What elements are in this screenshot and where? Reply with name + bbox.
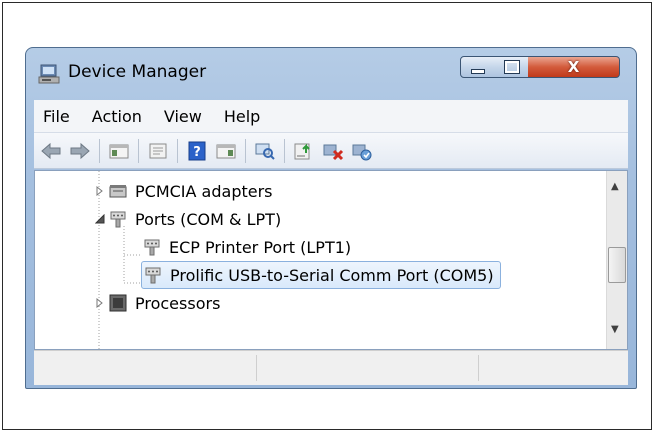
menu-view[interactable]: View [153, 107, 213, 126]
scan-hardware-icon [255, 143, 275, 160]
toolbar-separator [284, 138, 285, 163]
close-button[interactable]: X [528, 56, 620, 78]
scroll-up-arrow-icon[interactable]: ▲ [611, 181, 619, 192]
port-icon [110, 211, 126, 228]
tree-item-pcmcia-adapters[interactable]: PCMCIA adapters [107, 177, 277, 205]
properties-icon [149, 143, 167, 158]
show-hide-console-tree-button[interactable] [106, 139, 132, 163]
toolbar-separator [99, 138, 100, 163]
status-bar [34, 350, 628, 385]
scan-hardware-button[interactable] [252, 139, 278, 163]
uninstall-device-button[interactable] [320, 139, 346, 163]
help-button[interactable]: ? [184, 139, 210, 163]
update-driver-icon [294, 143, 310, 159]
device-tree[interactable]: PCMCIA adapters Ports (COM & LPT) ECP Pr… [34, 170, 628, 350]
toolbar-separator [138, 138, 139, 163]
show-hide-console-tree-icon [109, 144, 129, 158]
enable-device-icon [352, 144, 372, 160]
tree-item-label: Prolific USB-to-Serial Comm Port (COM5) [170, 265, 494, 285]
expand-arrow-icon[interactable] [95, 186, 105, 196]
svg-text:?: ? [193, 145, 201, 160]
toolbar-separator [245, 138, 246, 163]
device-manager-window: Device Manager X File Action View Help ?… [25, 47, 637, 389]
minimize-icon [471, 68, 485, 74]
tree-item-label: Processors [135, 293, 221, 313]
maximize-icon [503, 60, 520, 74]
menu-action[interactable]: Action [81, 107, 153, 126]
back-arrow-icon [41, 142, 61, 159]
tree-item-ecp-printer-port[interactable]: ECP Printer Port (LPT1) [141, 233, 355, 261]
properties-button[interactable] [145, 139, 171, 163]
port-icon [145, 267, 161, 284]
menu-file[interactable]: File [34, 107, 81, 126]
tree-item-label: Ports (COM & LPT) [135, 209, 282, 229]
device-manager-icon [38, 64, 60, 84]
port-icon [144, 239, 160, 256]
menu-help[interactable]: Help [213, 107, 271, 126]
toolbar-separator [177, 138, 178, 163]
maximize-button[interactable] [495, 56, 529, 78]
forward-arrow-icon [70, 142, 90, 159]
tree-item-ports[interactable]: Ports (COM & LPT) [107, 205, 285, 233]
scrollbar-thumb[interactable] [608, 247, 626, 283]
toolbar: ? [34, 133, 628, 169]
minimize-button[interactable] [460, 56, 496, 78]
update-driver-button[interactable] [291, 139, 317, 163]
tree-item-processors[interactable]: Processors [107, 289, 224, 317]
tree-item-label: PCMCIA adapters [135, 181, 273, 201]
forward-button[interactable] [67, 139, 93, 163]
help-icon: ? [188, 141, 206, 160]
menu-bar: File Action View Help [34, 100, 628, 133]
tree-item-prolific-usb-serial-port[interactable]: Prolific USB-to-Serial Comm Port (COM5) [141, 261, 501, 289]
pcmcia-adapter-icon [109, 185, 127, 198]
processor-icon [109, 294, 127, 312]
collapse-arrow-icon[interactable] [95, 214, 105, 224]
title-bar[interactable]: Device Manager X [26, 48, 636, 100]
vertical-scrollbar[interactable]: ▲ ▼ [606, 171, 627, 349]
enable-device-button[interactable] [349, 139, 375, 163]
status-bar-divider [478, 355, 479, 381]
scroll-down-arrow-icon[interactable]: ▼ [611, 324, 619, 335]
window-title: Device Manager [68, 62, 207, 82]
action-pane-icon [216, 144, 236, 158]
expand-arrow-icon[interactable] [95, 298, 105, 308]
back-button[interactable] [38, 139, 64, 163]
tree-item-label: ECP Printer Port (LPT1) [169, 237, 352, 257]
uninstall-device-icon [323, 144, 344, 160]
action-pane-button[interactable] [213, 139, 239, 163]
screenshot-frame: Device Manager X File Action View Help ?… [2, 2, 652, 430]
close-icon: X [567, 58, 580, 76]
status-bar-divider [256, 355, 257, 381]
